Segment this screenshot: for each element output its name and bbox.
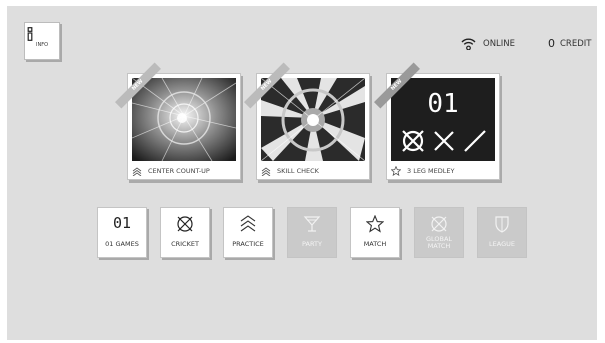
wifi-icon [461,38,476,50]
mode-global-match-button[interactable]: GLOBAL MATCH [414,207,464,258]
dartboard-closeup-image [132,78,236,161]
chevrons-up-icon [261,166,271,176]
info-label: INFO [35,42,49,48]
medley-icons [402,130,486,152]
medley-art: 01 [391,78,495,161]
dartboard-bull-image [261,78,365,161]
card-title: CENTER COUNT-UP [148,167,210,175]
mode-label: MATCH [363,240,387,248]
mode-label: CRICKET [171,240,199,248]
cricket-icon [431,216,447,232]
mode-league-button[interactable]: LEAGUE [477,207,527,258]
mode-label: PARTY [302,240,322,248]
online-label: ONLINE [483,38,516,49]
online-status: ONLINE [461,37,515,50]
card-caption: 3 LEG MEDLEY [391,164,454,178]
info-icon [27,27,33,41]
mode-label: 01 GAMES [105,240,139,248]
card-title: 3 LEG MEDLEY [407,167,455,175]
featured-card-center-count-up[interactable]: NEW CENTER COUNT-UP [115,62,241,180]
cocktail-glass-icon [303,216,321,232]
card-caption: SKILL CHECK [261,164,319,178]
mode-match-button[interactable]: MATCH [350,207,400,258]
mode-cricket-button[interactable]: CRICKET [160,207,210,258]
card-caption: CENTER COUNT-UP [132,164,210,178]
medley-art-number: 01 [427,89,459,119]
mode-party-button[interactable]: PARTY [287,207,337,258]
featured-card-3-leg-medley[interactable]: 01 NEW 3 LEG MEDLEY [374,62,500,180]
credit-label: CREDIT [560,38,592,49]
info-button[interactable]: INFO [24,22,60,60]
card-title: SKILL CHECK [277,167,319,175]
mode-label: PRACTICE [232,240,264,248]
mode-label: GLOBAL MATCH [425,235,453,250]
star-icon [366,215,384,233]
cricket-icon [177,216,193,232]
shield-icon [495,216,509,233]
menu-screen: INFO ONLINE 0 CREDIT NEW CENTER COUNT-UP… [7,6,597,340]
mode-01-games-button[interactable]: 01 01 GAMES [97,207,147,258]
credit-count: 0 [548,37,555,50]
mode-practice-button[interactable]: PRACTICE [223,207,273,258]
chevrons-up-icon [132,166,142,176]
star-icon [391,166,401,176]
mode-label: LEAGUE [489,240,515,248]
chevrons-up-icon [240,215,256,232]
01-icon: 01 [112,214,132,232]
credit-status: 0 CREDIT [548,37,591,50]
featured-card-skill-check[interactable]: NEW SKILL CHECK [244,62,370,180]
